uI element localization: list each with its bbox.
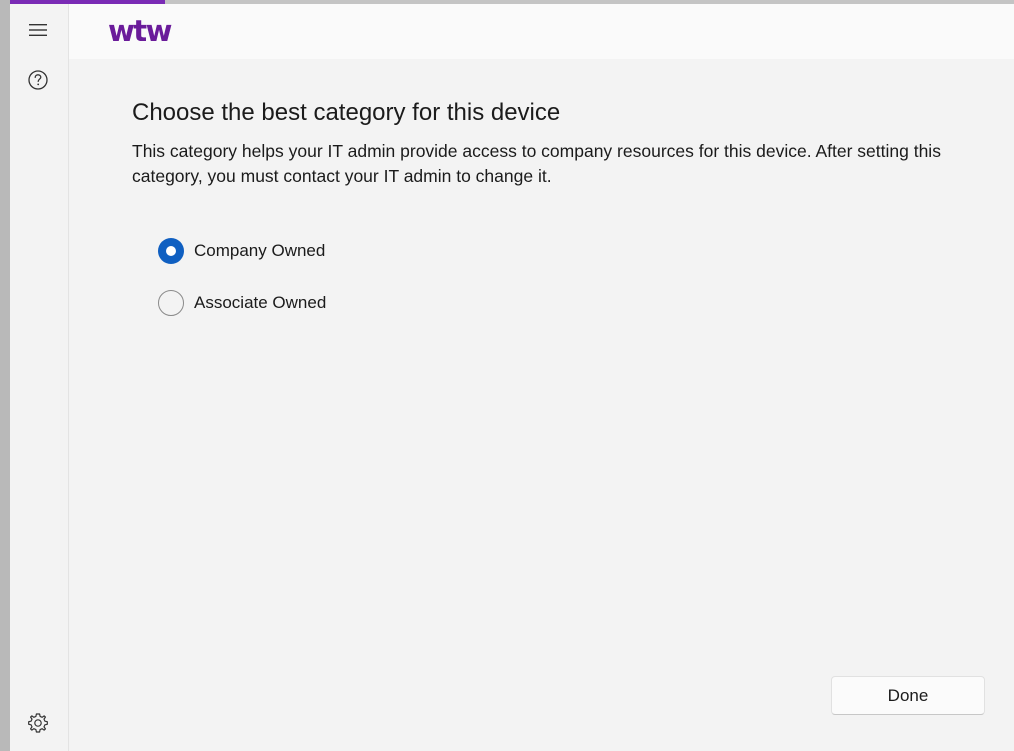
- help-button[interactable]: [19, 61, 57, 99]
- radio-checked-indicator[interactable]: [158, 238, 184, 264]
- page-title: Choose the best category for this device: [132, 99, 561, 126]
- menu-button[interactable]: [19, 11, 57, 49]
- help-circle-icon: [28, 70, 48, 90]
- radio-company-owned[interactable]: Company Owned: [158, 238, 325, 264]
- gear-icon: [28, 713, 48, 733]
- radio-unchecked-indicator[interactable]: [158, 290, 184, 316]
- app-window: wtw Choose the best category for this de…: [0, 0, 1014, 751]
- radio-label-associate-owned: Associate Owned: [194, 293, 327, 312]
- app-header: wtw: [69, 4, 1014, 59]
- settings-button[interactable]: [19, 704, 57, 742]
- radio-associate-owned[interactable]: Associate Owned: [158, 290, 326, 316]
- navigation-rail: [10, 4, 69, 751]
- wtw-logo: wtw: [108, 14, 172, 48]
- hamburger-menu-icon: [29, 24, 47, 36]
- radio-label-company-owned: Company Owned: [194, 241, 326, 260]
- left-window-edge: [0, 0, 10, 751]
- page-description: This category helps your IT admin provid…: [132, 141, 941, 186]
- done-button[interactable]: Done: [831, 676, 985, 715]
- main-content: Choose the best category for this device…: [69, 59, 1014, 751]
